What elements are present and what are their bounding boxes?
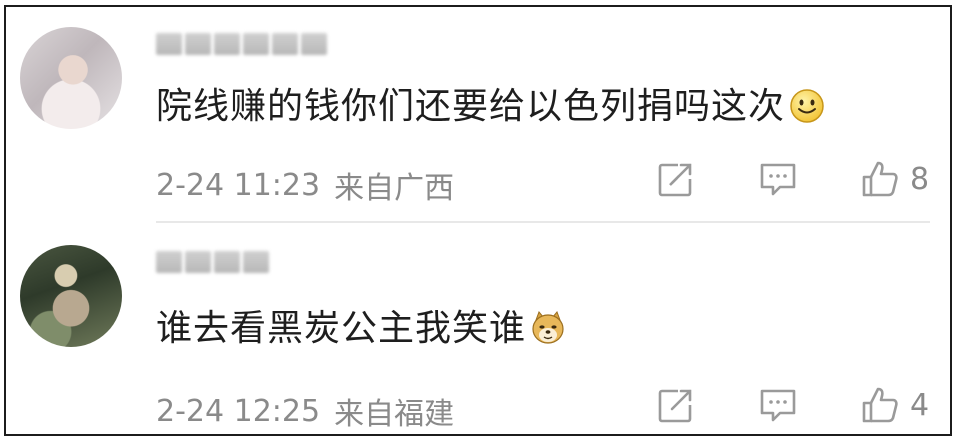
- thumbs-up-icon[interactable]: [860, 159, 900, 199]
- comment-icon[interactable]: [758, 159, 798, 199]
- comment-icon[interactable]: [758, 385, 798, 425]
- share-icon[interactable]: [656, 385, 696, 425]
- share-icon[interactable]: [656, 159, 696, 199]
- comment-location: 来自福建: [334, 397, 455, 432]
- comment-time: 2-24 12:25: [156, 393, 321, 429]
- comment-meta: 2-24 11:23 来自广西: [156, 163, 454, 207]
- avatar[interactable]: [20, 245, 122, 347]
- comment-text: 院线赚的钱你们还要给以色列捐吗这次: [156, 83, 825, 131]
- like-count: 4: [910, 387, 930, 423]
- comment-location: 来自广西: [334, 171, 455, 206]
- comment-actions: 8: [656, 159, 930, 199]
- username-blurred[interactable]: [156, 29, 327, 59]
- doge-emoji-icon: [532, 311, 564, 344]
- divider: [156, 221, 930, 223]
- comment-text-content: 谁去看黑炭公主我笑谁: [156, 308, 527, 349]
- like-count: 8: [910, 161, 930, 197]
- comment-actions: 4: [656, 385, 930, 425]
- comment-list: 院线赚的钱你们还要给以色列捐吗这次 2-24 11:23 来自广西 8 谁去看黑…: [4, 5, 952, 436]
- smile-emoji-icon: [790, 89, 824, 123]
- comment-meta: 2-24 12:25 来自福建: [156, 389, 454, 433]
- comment-item: 院线赚的钱你们还要给以色列捐吗这次 2-24 11:23 来自广西 8: [6, 7, 950, 223]
- thumbs-up-icon[interactable]: [860, 385, 900, 425]
- comment-item: 谁去看黑炭公主我笑谁 2-24 12:25 来自福建 4: [6, 225, 950, 434]
- username-blurred[interactable]: [156, 247, 269, 277]
- avatar[interactable]: [20, 27, 122, 129]
- comment-time: 2-24 11:23: [156, 167, 321, 203]
- comment-text-content: 院线赚的钱你们还要给以色列捐吗这次: [156, 86, 786, 127]
- comment-text: 谁去看黑炭公主我笑谁: [156, 305, 566, 353]
